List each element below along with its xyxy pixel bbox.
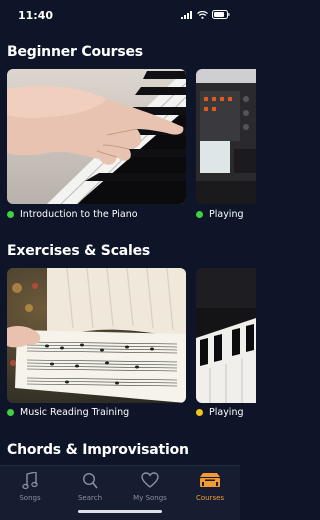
tab-songs[interactable]: Songs [0, 466, 60, 514]
tab-label: My Songs [133, 494, 167, 502]
status-dot [196, 409, 203, 416]
home-indicator [78, 510, 162, 513]
tab-search[interactable]: Search [60, 466, 120, 514]
wifi-icon [197, 10, 208, 19]
course-card-playing-2[interactable] [196, 268, 256, 403]
tab-my-songs[interactable]: My Songs [120, 466, 180, 514]
piano-hands-image [7, 69, 186, 204]
course-card-introduction-piano[interactable] [7, 69, 186, 204]
status-dot [196, 211, 203, 218]
courses-icon [199, 472, 221, 493]
system-icons [181, 10, 230, 19]
status-dot [7, 409, 14, 416]
card-label-playing[interactable]: Playing [196, 209, 244, 220]
tab-label: Songs [19, 494, 41, 502]
tab-label: Search [77, 494, 103, 502]
synthesizer-image [196, 69, 256, 204]
section-title-exercises-scales: Exercises & Scales [7, 243, 151, 259]
card-title: Playing [209, 407, 244, 418]
status-bar: 11:40 [0, 0, 240, 32]
sheet-music-image [7, 268, 186, 403]
card-title: Music Reading Training [20, 407, 130, 418]
heart-icon [141, 472, 159, 493]
piano-keys-image [196, 268, 256, 403]
battery-icon [212, 10, 230, 19]
status-time: 11:40 [18, 9, 54, 22]
signal-icon [181, 10, 192, 19]
card-title: Playing [209, 209, 244, 220]
status-dot [7, 211, 14, 218]
course-card-music-reading[interactable] [7, 268, 186, 403]
tab-courses[interactable]: Courses [180, 466, 240, 514]
card-label-music-reading[interactable]: Music Reading Training [7, 407, 129, 418]
card-title: Introduction to the Piano [20, 209, 138, 220]
music-note-icon [22, 471, 38, 495]
card-label-playing-2[interactable]: Playing [196, 407, 244, 418]
card-label-introduction-piano[interactable]: Introduction to the Piano [7, 209, 138, 220]
search-icon [82, 472, 98, 495]
course-card-playing[interactable] [196, 69, 256, 204]
tab-label: Courses [195, 494, 225, 502]
section-title-chords-improvisation: Chords & Improvisation [7, 442, 189, 458]
section-title-beginner-courses: Beginner Courses [7, 44, 143, 60]
